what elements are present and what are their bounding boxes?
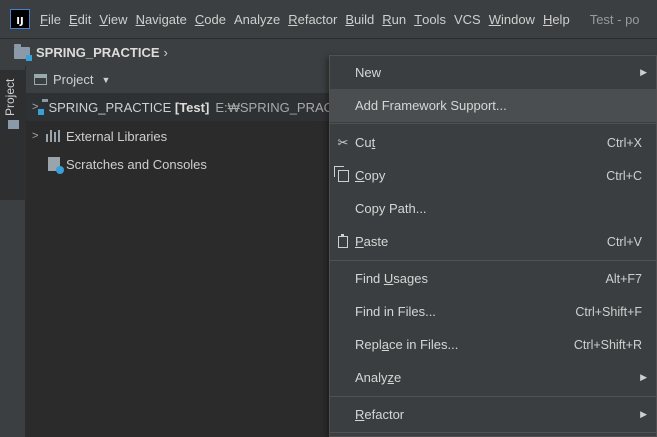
shortcut-label: Alt+F7 <box>605 271 642 286</box>
copy-icon <box>333 165 350 183</box>
submenu-arrow-icon: ▶ <box>640 372 647 382</box>
menu-build[interactable]: Build <box>341 0 378 38</box>
chevron-right-icon: › <box>163 45 168 60</box>
menu-help[interactable]: Help <box>539 0 574 38</box>
menu-item-copy[interactable]: Copy Ctrl+C <box>330 159 656 192</box>
menu-item-new[interactable]: New ▶ <box>330 56 656 89</box>
shortcut-label: Ctrl+C <box>606 168 642 183</box>
shortcut-label: Ctrl+Shift+R <box>573 337 642 352</box>
menu-item-replace-in-files[interactable]: Replace in Files... Ctrl+Shift+R <box>330 328 656 361</box>
folder-icon <box>8 120 19 129</box>
menu-navigate[interactable]: Navigate <box>132 0 191 38</box>
menu-item-find-in-files[interactable]: Find in Files... Ctrl+Shift+F <box>330 295 656 328</box>
menu-analyze[interactable]: Analyze <box>230 0 284 38</box>
shortcut-label: Ctrl+V <box>606 234 642 249</box>
menu-item-refactor[interactable]: Refactor ▶ <box>330 398 656 431</box>
project-panel-header[interactable]: Project ▼ <box>26 66 330 94</box>
context-menu: New ▶ Add Framework Support... ✂ Cut Ctr… <box>329 55 657 437</box>
menu-separator <box>330 123 656 124</box>
menu-separator <box>330 396 656 397</box>
project-panel: Project ▼ > SPRING_PRACTICE [Test] E:₩SP… <box>26 66 363 437</box>
submenu-arrow-icon: ▶ <box>640 67 647 77</box>
menu-item-paste[interactable]: Paste Ctrl+V <box>330 225 656 258</box>
menu-run[interactable]: Run <box>378 0 410 38</box>
breadcrumb-project[interactable]: SPRING_PRACTICE <box>36 45 160 60</box>
tree-item-scratches[interactable]: > Scratches and Consoles <box>26 150 330 178</box>
menu-view[interactable]: View <box>95 0 131 38</box>
tree-item-project-root[interactable]: > SPRING_PRACTICE [Test] E:₩SPRING_PRACT… <box>26 93 363 121</box>
project-tool-tab-label: Project <box>3 78 17 116</box>
menu-item-add-framework-support[interactable]: Add Framework Support... <box>330 89 656 122</box>
project-panel-title: Project <box>53 72 94 87</box>
tree-item-label: External Libraries <box>66 128 168 144</box>
menu-bar: IJ File Edit View Navigate Code Analyze … <box>0 0 657 38</box>
menu-item-copy-path[interactable]: Copy Path... <box>330 192 656 225</box>
scratches-icon <box>48 157 64 174</box>
project-tool-tab[interactable]: Project <box>0 70 26 200</box>
submenu-arrow-icon: ▶ <box>640 409 647 419</box>
menu-tools[interactable]: Tools <box>410 0 450 38</box>
clipboard-icon <box>336 233 350 249</box>
menu-item-find-usages[interactable]: Find Usages Alt+F7 <box>330 262 656 295</box>
menu-window[interactable]: Window <box>485 0 539 38</box>
menu-edit[interactable]: Edit <box>65 0 95 38</box>
menu-refactor[interactable]: Refactor <box>284 0 341 38</box>
menu-vcs[interactable]: VCS <box>450 0 485 38</box>
menu-file[interactable]: File <box>36 0 65 38</box>
libraries-icon <box>46 130 60 142</box>
scissors-icon: ✂ <box>337 134 349 150</box>
project-view-icon <box>34 74 47 85</box>
tree-item-label: Scratches and Consoles <box>66 156 207 172</box>
menu-separator <box>330 260 656 261</box>
left-tool-stripe: Project <box>0 66 26 437</box>
menu-item-cut[interactable]: ✂ Cut Ctrl+X <box>330 126 656 159</box>
project-folder-icon <box>14 43 32 61</box>
window-title: Test - po <box>589 11 640 27</box>
shortcut-label: Ctrl+X <box>606 135 642 150</box>
tree-item-label: SPRING_PRACTICE [Test] <box>48 99 210 115</box>
shortcut-label: Ctrl+Shift+F <box>575 304 642 319</box>
chevron-right-icon[interactable]: > <box>32 130 42 142</box>
intellij-logo-icon: IJ <box>10 9 30 29</box>
menu-code[interactable]: Code <box>191 0 230 38</box>
menu-item-analyze[interactable]: Analyze ▶ <box>330 361 656 394</box>
dropdown-arrow-icon[interactable]: ▼ <box>101 75 110 85</box>
menu-separator <box>330 432 656 433</box>
tree-item-external-libraries[interactable]: > External Libraries <box>26 122 330 150</box>
